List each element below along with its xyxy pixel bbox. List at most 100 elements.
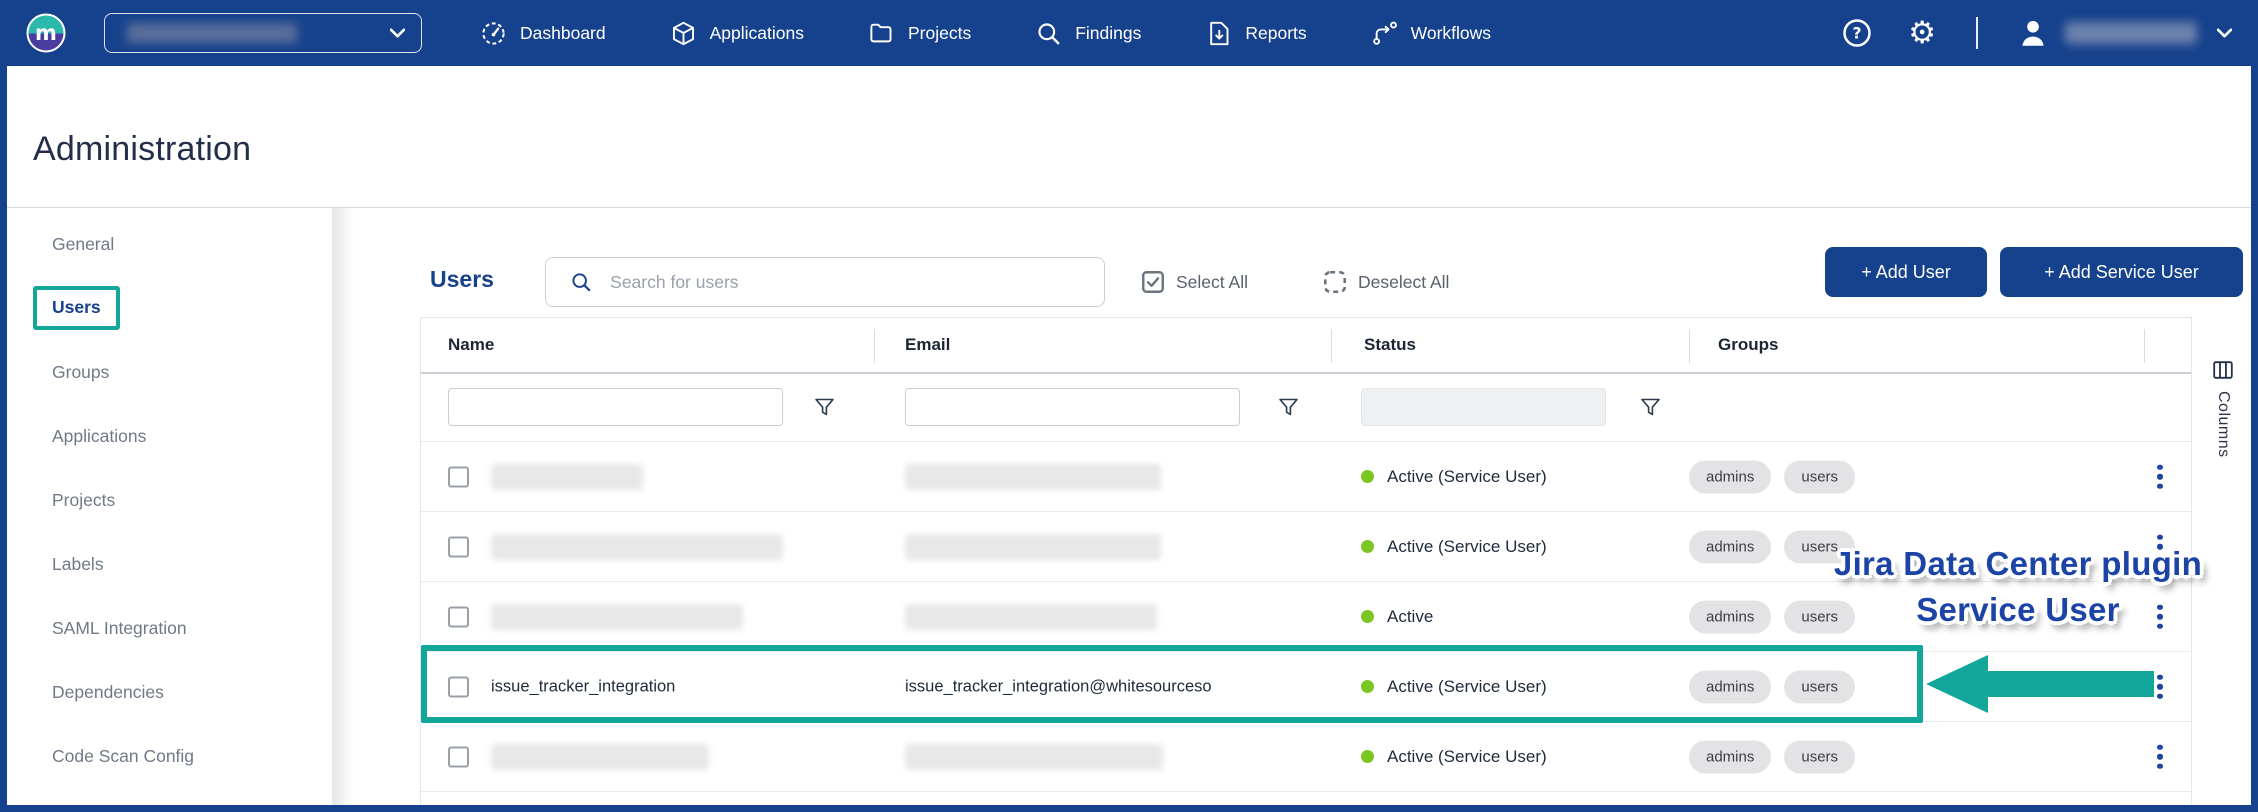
filter-funnel-icon[interactable]	[1277, 396, 1300, 419]
user-search	[545, 257, 1105, 307]
nav-item-label: Applications	[710, 23, 804, 44]
nav-item-findings[interactable]: Findings	[1035, 20, 1141, 47]
report-doc-icon	[1205, 20, 1232, 47]
redacted-name	[491, 604, 743, 630]
nav-item-projects[interactable]: Projects	[868, 20, 971, 47]
row-actions-kebab[interactable]	[2153, 740, 2167, 773]
row-checkbox[interactable]	[448, 606, 469, 627]
gear-icon[interactable]: ⚙	[1908, 18, 1936, 49]
sidebar-item-labels[interactable]: Labels	[7, 532, 332, 596]
header-separator	[2144, 329, 2145, 363]
row-checkbox[interactable]	[448, 536, 469, 557]
search-icon	[570, 270, 592, 294]
status-label: Active	[1387, 607, 1433, 627]
status-filter-input[interactable]	[1361, 388, 1606, 426]
column-header-email[interactable]: Email	[905, 335, 950, 355]
org-selector-redacted-value	[127, 23, 297, 43]
group-chip: users	[1784, 670, 1855, 703]
name-filter-input[interactable]	[448, 388, 783, 426]
nav-right-cluster: ? ⚙	[1842, 16, 2232, 50]
dashed-square-icon	[1322, 269, 1348, 295]
status-cell: Active	[1361, 607, 1433, 627]
person-icon[interactable]	[2016, 16, 2050, 50]
annotation-line-2: Service User	[1795, 587, 2241, 633]
nav-divider	[1976, 17, 1978, 49]
status-label: Active (Service User)	[1387, 537, 1547, 557]
add-service-user-button[interactable]: + Add Service User	[2000, 247, 2243, 297]
help-icon[interactable]: ?	[1842, 18, 1872, 48]
columns-tab-label: Columns	[2214, 391, 2232, 458]
sidebar-item-dependencies[interactable]: Dependencies	[7, 660, 332, 724]
groups-cell: admins users	[1689, 740, 1855, 773]
group-chip: admins	[1689, 530, 1771, 563]
sidebar-item-saml-integration[interactable]: SAML Integration	[7, 596, 332, 660]
row-separator	[421, 791, 2191, 792]
redacted-email	[905, 534, 1161, 560]
table-row: Active (Service User) admins users	[421, 441, 2191, 511]
email-filter-input[interactable]	[905, 388, 1240, 426]
status-cell: Active (Service User)	[1361, 537, 1547, 557]
users-highlight-box: Users	[33, 286, 120, 330]
nav-item-label: Dashboard	[520, 23, 606, 44]
status-dot	[1361, 750, 1374, 763]
nav-item-label: Reports	[1245, 23, 1306, 44]
row-checkbox[interactable]	[448, 746, 469, 767]
row-checkbox[interactable]	[448, 466, 469, 487]
status-cell: Active (Service User)	[1361, 747, 1547, 767]
select-all-button[interactable]: Select All	[1140, 267, 1248, 297]
deselect-all-button[interactable]: Deselect All	[1322, 267, 1449, 297]
filter-funnel-icon[interactable]	[813, 396, 836, 419]
column-header-groups[interactable]: Groups	[1718, 335, 1778, 355]
org-selector-dropdown[interactable]	[104, 13, 422, 53]
column-header-name[interactable]: Name	[448, 335, 494, 355]
sidebar-item-users[interactable]: Users	[7, 276, 332, 340]
status-label: Active (Service User)	[1387, 467, 1547, 487]
add-user-button[interactable]: + Add User	[1825, 247, 1987, 297]
row-actions-kebab[interactable]	[2153, 460, 2167, 493]
nav-item-reports[interactable]: Reports	[1205, 20, 1306, 47]
sidebar-item-groups[interactable]: Groups	[7, 340, 332, 404]
user-name: issue_tracker_integration	[491, 677, 675, 696]
mend-logo-icon[interactable]: m	[26, 13, 66, 53]
sidebar-item-projects[interactable]: Projects	[7, 468, 332, 532]
search-input[interactable]	[610, 272, 1086, 293]
sidebar-item-general[interactable]: General	[7, 212, 332, 276]
group-chip: users	[1784, 740, 1855, 773]
group-chip: admins	[1689, 740, 1771, 773]
groups-cell: admins users	[1689, 670, 1855, 703]
sidebar-item-code-scan-config[interactable]: Code Scan Config	[7, 724, 332, 788]
status-cell: Active (Service User)	[1361, 677, 1547, 697]
redacted-email	[905, 604, 1157, 630]
filter-row	[421, 374, 2191, 441]
nav-item-dashboard[interactable]: Dashboard	[480, 20, 606, 47]
header-separator	[874, 329, 875, 363]
nav-item-workflows[interactable]: Workflows	[1371, 20, 1491, 47]
username-redacted	[2065, 22, 2197, 44]
redacted-name	[491, 534, 783, 560]
column-header-status[interactable]: Status	[1364, 335, 1416, 355]
group-chip: admins	[1689, 460, 1771, 493]
status-label: Active (Service User)	[1387, 677, 1547, 697]
status-dot	[1361, 540, 1374, 553]
filter-funnel-icon[interactable]	[1639, 396, 1662, 419]
redacted-email	[905, 464, 1161, 490]
admin-sidebar: General Users Groups Applications Projec…	[7, 208, 332, 805]
row-actions-kebab[interactable]	[2153, 670, 2167, 703]
groups-cell: admins users	[1689, 460, 1855, 493]
top-nav: m Dashboard Applicatio	[0, 0, 2258, 66]
group-chip: admins	[1689, 600, 1771, 633]
status-dot	[1361, 680, 1374, 693]
magnifier-icon	[1035, 20, 1062, 47]
svg-text:m: m	[35, 21, 57, 45]
users-heading: Users	[430, 266, 494, 293]
workflow-icon	[1371, 20, 1398, 47]
nav-item-applications[interactable]: Applications	[670, 20, 804, 47]
chevron-down-icon[interactable]	[2217, 28, 2232, 38]
sidebar-item-applications[interactable]: Applications	[7, 404, 332, 468]
table-row: Active (Service User) admins users	[421, 721, 2191, 791]
chevron-down-icon	[390, 28, 405, 38]
sidebar-shadow	[332, 208, 354, 805]
callout-annotation: Jira Data Center plugin Service User	[1795, 541, 2241, 633]
header-separator	[1689, 329, 1690, 363]
row-checkbox[interactable]	[448, 676, 469, 697]
